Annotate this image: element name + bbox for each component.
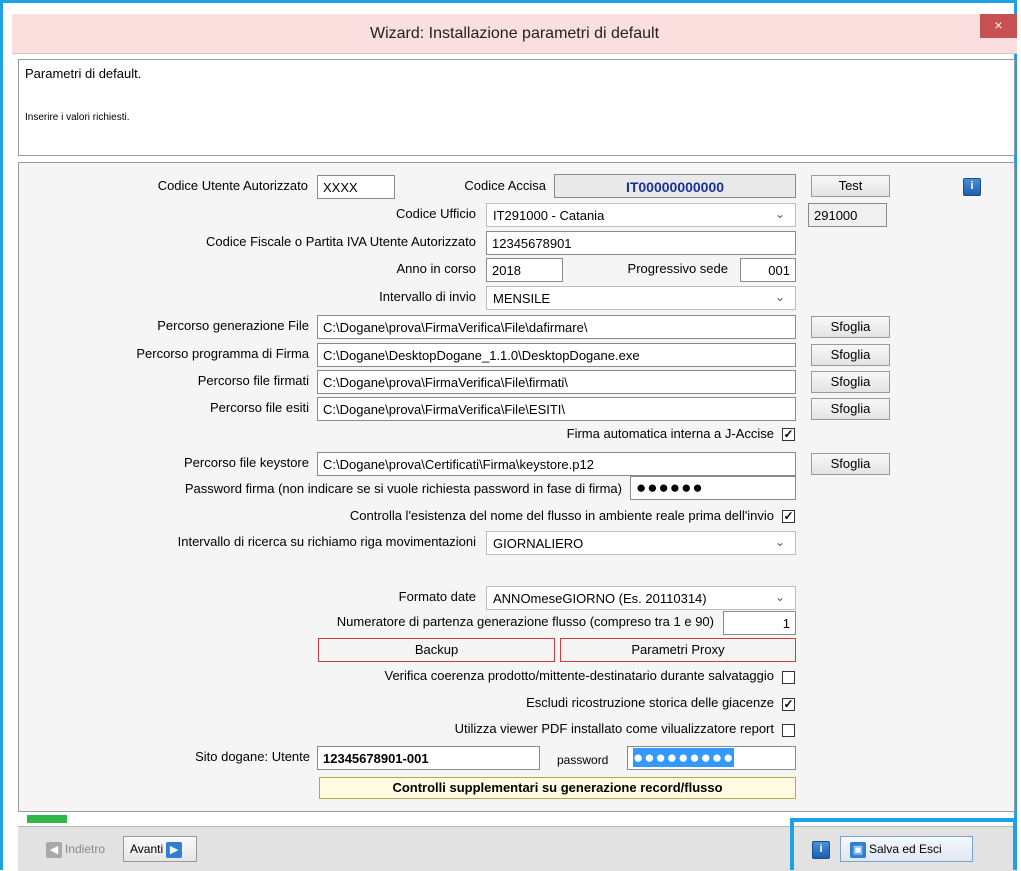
anno-input[interactable]: 2018 <box>486 258 563 282</box>
percorso-programma-label: Percorso programma di Firma <box>136 346 309 361</box>
password-firma-label: Password firma (non indicare se si vuole… <box>184 481 622 496</box>
escludi-ricostruzione-label: Escludi ricostruzione storica delle giac… <box>526 695 774 710</box>
arrow-left-icon: ◀ <box>46 841 62 858</box>
intervallo-invio-value: MENSILE <box>493 291 551 306</box>
focus-highlight <box>790 818 1017 870</box>
percorso-generazione-label: Percorso generazione File <box>157 318 309 333</box>
intervallo-invio-select[interactable]: MENSILE ⌄ <box>486 286 796 310</box>
codice-ufficio-select[interactable]: IT291000 - Catania ⌄ <box>486 203 796 227</box>
formato-date-label: Formato date <box>398 589 476 604</box>
codice-accisa-label: Codice Accisa <box>464 178 546 193</box>
utilizza-viewer-checkbox[interactable] <box>782 724 795 737</box>
verifica-coerenza-checkbox[interactable] <box>782 671 795 684</box>
avanti-label: Avanti <box>130 842 164 856</box>
numeratore-input[interactable]: 1 <box>723 611 796 635</box>
header-title: Parametri di default. <box>25 66 142 81</box>
percorso-esiti-input[interactable]: C:\Dogane\prova\FirmaVerifica\File\ESITI… <box>317 397 796 421</box>
header-subtitle: Inserire i valori richiesti. <box>25 112 130 123</box>
indietro-button[interactable]: ◀ Indietro <box>36 836 118 862</box>
progress-bar <box>27 815 67 823</box>
chevron-down-icon: ⌄ <box>774 590 785 604</box>
controlla-flusso-checkbox[interactable]: ✓ <box>782 510 795 523</box>
title-bar: Wizard: Installazione parametri di defau… <box>12 14 1017 54</box>
sito-dogane-password-label: password <box>557 753 609 767</box>
arrow-right-icon: ▶ <box>166 841 183 858</box>
codice-ufficio-label: Codice Ufficio <box>396 206 476 221</box>
chevron-down-icon: ⌄ <box>774 207 785 221</box>
percorso-esiti-label: Percorso file esiti <box>210 400 309 415</box>
codice-utente-label: Codice Utente Autorizzato <box>157 178 308 193</box>
intervallo-ricerca-value: GIORNALIERO <box>493 536 584 551</box>
firma-automatica-checkbox[interactable]: ✓ <box>782 428 795 441</box>
sfoglia-keystore-button[interactable]: Sfoglia <box>811 453 890 475</box>
intervallo-invio-label: Intervallo di invio <box>379 289 476 304</box>
percorso-generazione-input[interactable]: C:\Dogane\prova\FirmaVerifica\File\dafir… <box>317 315 796 339</box>
percorso-keystore-label: Percorso file keystore <box>184 455 309 470</box>
sfoglia-programma-button[interactable]: Sfoglia <box>811 344 890 366</box>
intervallo-ricerca-select[interactable]: GIORNALIERO ⌄ <box>486 531 796 555</box>
codice-fiscale-input[interactable]: 12345678901 <box>486 231 796 255</box>
sito-dogane-utente-input[interactable]: 12345678901-001 <box>317 746 540 770</box>
password-firma-input[interactable]: ●●●●●● <box>630 476 796 500</box>
close-button[interactable]: × <box>980 14 1017 38</box>
verifica-coerenza-label: Verifica coerenza prodotto/mittente-dest… <box>384 668 774 683</box>
escludi-ricostruzione-checkbox[interactable]: ✓ <box>782 698 795 711</box>
percorso-firmati-input[interactable]: C:\Dogane\prova\FirmaVerifica\File\firma… <box>317 370 796 394</box>
percorso-programma-input[interactable]: C:\Dogane\DesktopDogane_1.1.0\DesktopDog… <box>317 343 796 367</box>
percorso-keystore-input[interactable]: C:\Dogane\prova\Certificati\Firma\keysto… <box>317 452 796 476</box>
indietro-label: Indietro <box>65 842 106 856</box>
close-icon: × <box>994 17 1003 33</box>
progressivo-label: Progressivo sede <box>627 261 728 276</box>
codice-fiscale-label: Codice Fiscale o Partita IVA Utente Auto… <box>205 234 476 249</box>
parametri-proxy-button[interactable]: Parametri Proxy <box>560 638 796 662</box>
codice-accisa-value: IT00000000000 <box>554 174 796 198</box>
chevron-down-icon: ⌄ <box>774 290 785 304</box>
controlla-flusso-label: Controlla l'esistenza del nome del fluss… <box>349 508 774 523</box>
sito-dogane-password-input[interactable]: ●●●●●●●●● <box>627 746 796 770</box>
numeratore-label: Numeratore di partenza generazione fluss… <box>336 614 714 629</box>
codice-utente-input[interactable]: XXXX <box>317 175 395 199</box>
chevron-down-icon: ⌄ <box>774 535 785 549</box>
sfoglia-firmati-button[interactable]: Sfoglia <box>811 371 890 393</box>
codice-ufficio-value: IT291000 - Catania <box>493 208 605 223</box>
test-button[interactable]: Test <box>811 175 890 197</box>
formato-date-select[interactable]: ANNOmeseGIORNO (Es. 20110314) ⌄ <box>486 586 796 610</box>
percorso-firmati-label: Percorso file firmati <box>197 373 309 388</box>
sito-dogane-label: Sito dogane: Utente <box>195 749 310 764</box>
intervallo-ricerca-label: Intervallo di ricerca su richiamo riga m… <box>177 534 476 549</box>
anno-label: Anno in corso <box>396 261 477 276</box>
progressivo-input[interactable]: 001 <box>740 258 796 282</box>
sfoglia-generazione-button[interactable]: Sfoglia <box>811 316 890 338</box>
formato-date-value: ANNOmeseGIORNO (Es. 20110314) <box>493 591 707 606</box>
header-panel: Parametri di default. Inserire i valori … <box>18 59 1015 156</box>
avanti-button[interactable]: Avanti ▶ <box>123 836 197 862</box>
backup-button[interactable]: Backup <box>318 638 555 662</box>
controlli-supplementari-button[interactable]: Controlli supplementari su generazione r… <box>319 777 796 799</box>
sfoglia-esiti-button[interactable]: Sfoglia <box>811 398 890 420</box>
codice-ufficio-code: 291000 <box>808 203 887 227</box>
firma-automatica-label: Firma automatica interna a J-Accise <box>566 426 774 441</box>
utilizza-viewer-label: Utilizza viewer PDF installato come vilu… <box>454 721 774 736</box>
info-icon[interactable]: i <box>963 178 981 196</box>
window-title: Wizard: Installazione parametri di defau… <box>369 25 660 42</box>
sito-dogane-password-value: ●●●●●●●●● <box>633 748 735 767</box>
